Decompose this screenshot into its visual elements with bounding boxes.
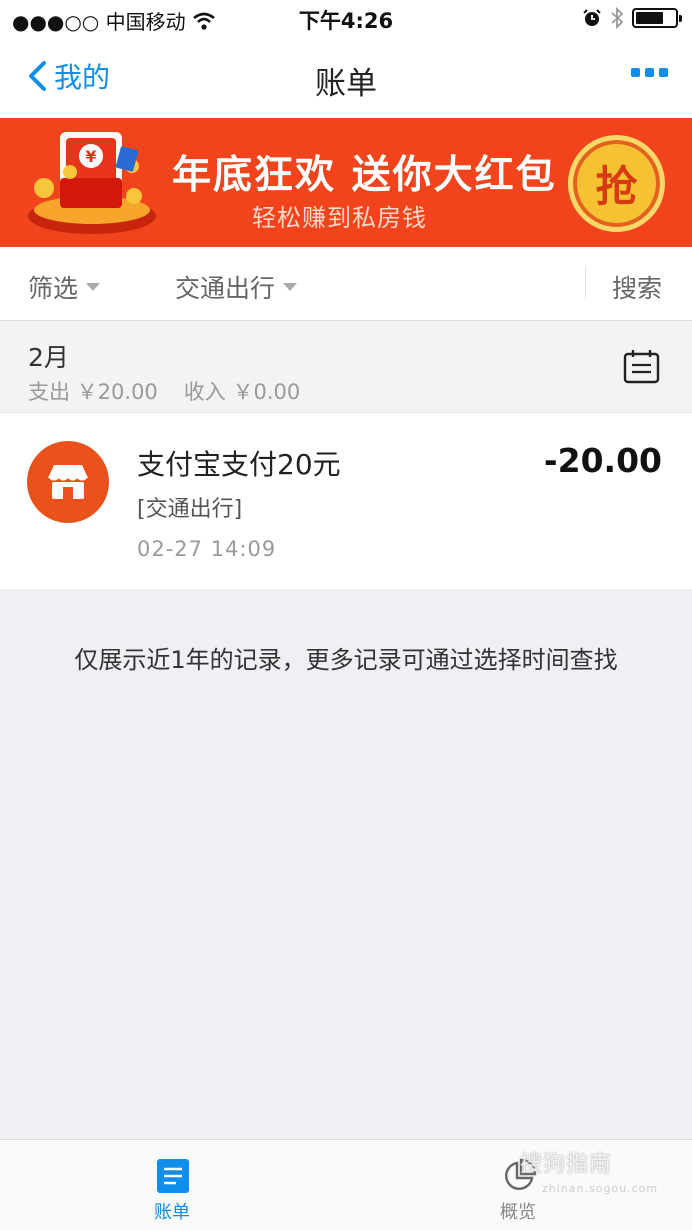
- tab-bill[interactable]: 账单: [0, 1140, 346, 1230]
- nav-bar: 我的 账单: [0, 38, 692, 118]
- income-total: 收入 ￥0.00: [183, 380, 301, 404]
- record-amount: -20.00: [543, 441, 662, 480]
- list-item[interactable]: 支付宝支付20元 [交通出行] 02-27 14:09 -20.00: [0, 413, 692, 589]
- chevron-left-icon: [29, 61, 46, 91]
- caret-down-icon: [283, 283, 298, 291]
- record-time: 02-27 14:09: [137, 537, 277, 561]
- record-title: 支付宝支付20元: [137, 448, 341, 481]
- tab-label: 账单: [154, 1202, 190, 1223]
- category-label: 交通出行: [175, 274, 276, 303]
- promo-banner[interactable]: ¥ 年底狂欢 送你大红包 轻松赚到私房钱 抢: [0, 118, 692, 247]
- yuan-symbol: ¥: [85, 147, 96, 166]
- calendar-icon[interactable]: [623, 349, 660, 384]
- watermark-url: zhinan.sogou.com: [542, 1182, 659, 1195]
- battery-level: [636, 12, 664, 24]
- banner-subtitle: 轻松赚到私房钱: [252, 204, 427, 232]
- search-button[interactable]: 搜索: [612, 269, 662, 305]
- red-envelope-icon: ¥: [28, 132, 156, 234]
- month-summary: 支出 ￥20.00 收入 ￥0.00: [28, 376, 300, 406]
- filter-label: 筛选: [28, 274, 79, 303]
- banner-title: 年底狂欢 送你大红包: [172, 153, 557, 198]
- status-right: [582, 7, 682, 29]
- status-left: ●●●○○ 中国移动: [12, 6, 216, 35]
- status-bar: ●●●○○ 中国移动 下午4:26: [0, 0, 692, 38]
- more-dots-icon[interactable]: [631, 68, 668, 77]
- history-notice: 仅展示近1年的记录，更多记录可通过选择时间查找: [74, 646, 618, 674]
- store-icon: [27, 441, 109, 523]
- search-label: 搜索: [612, 274, 663, 303]
- battery-icon: [632, 8, 682, 28]
- back-label: 我的: [54, 61, 111, 94]
- filter-dropdown[interactable]: 筛选: [28, 269, 101, 305]
- bill-icon: [157, 1159, 189, 1193]
- bluetooth-icon: [611, 7, 624, 29]
- record-category: [交通出行]: [137, 497, 243, 522]
- filter-bar: 筛选 交通出行 搜索: [0, 247, 692, 321]
- filter-divider: [585, 267, 586, 299]
- carrier-label: ●●●○○ 中国移动: [12, 10, 186, 34]
- grab-button[interactable]: 抢: [568, 135, 665, 232]
- wifi-icon: [192, 12, 215, 30]
- month-label: 2月: [28, 343, 69, 372]
- expense-total: 支出 ￥20.00: [28, 380, 158, 404]
- month-header: 2月 支出 ￥20.00 收入 ￥0.00: [0, 321, 692, 413]
- back-button[interactable]: 我的: [26, 56, 110, 96]
- caret-down-icon: [86, 283, 101, 291]
- tab-label: 概览: [500, 1202, 536, 1223]
- alarm-clock-icon: [583, 9, 601, 26]
- watermark-text: 搜狗指南: [520, 1152, 613, 1177]
- category-dropdown[interactable]: 交通出行: [175, 269, 298, 305]
